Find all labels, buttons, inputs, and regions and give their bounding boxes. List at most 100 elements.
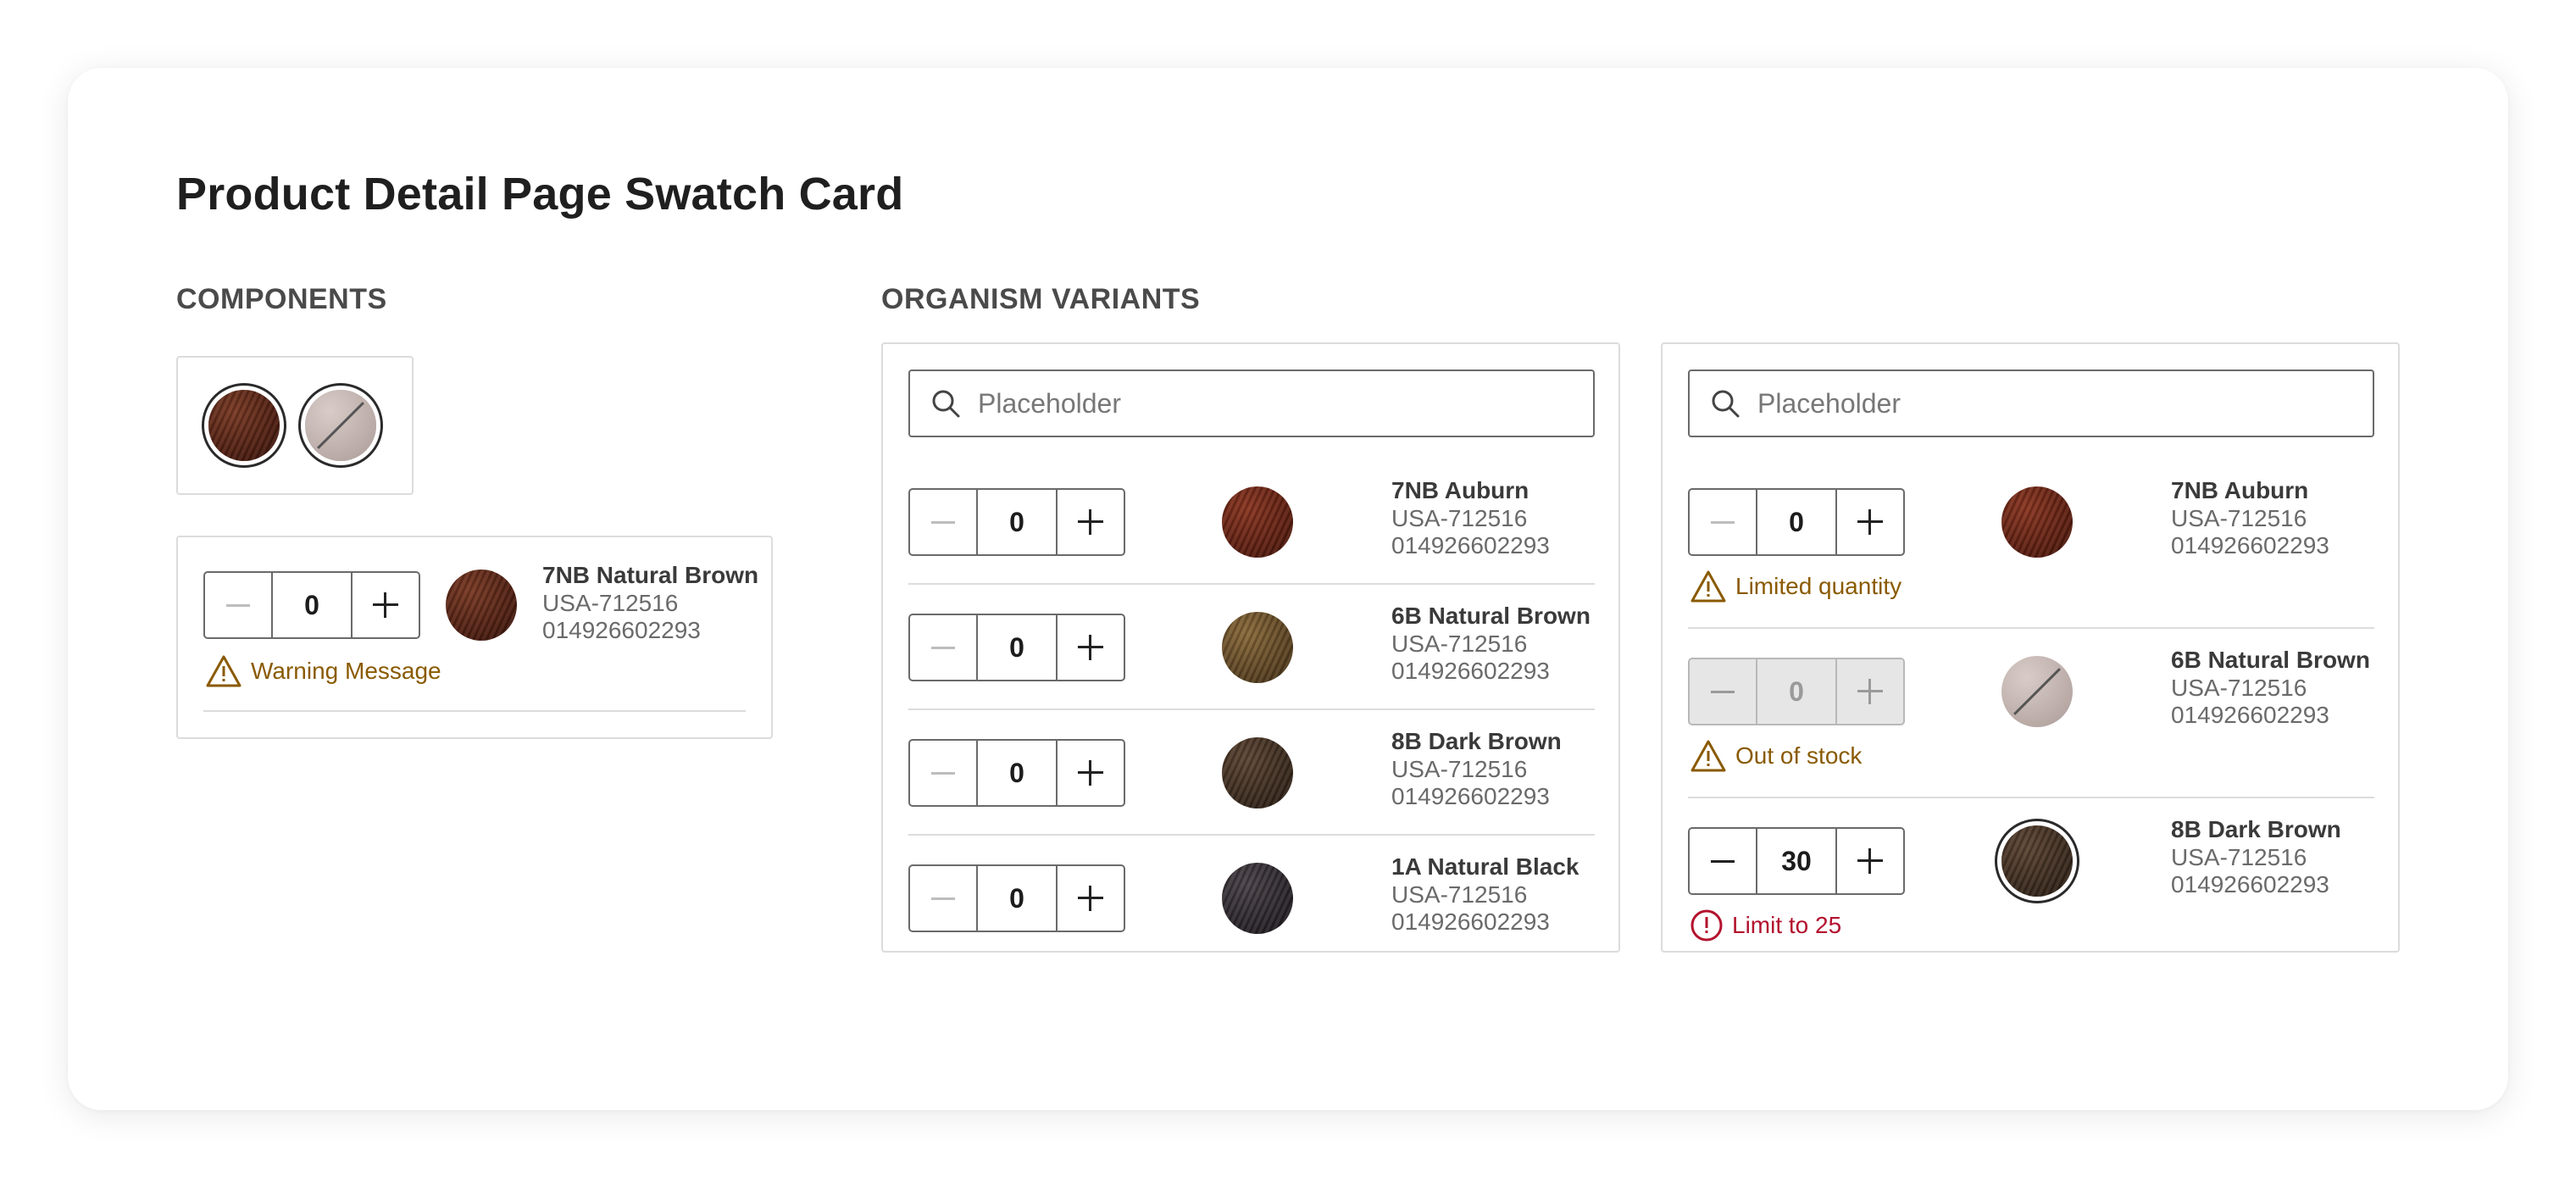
product-upc: 014926602293	[1391, 909, 1550, 935]
product-upc: 014926602293	[1391, 532, 1550, 558]
decrement-button	[1690, 659, 1756, 724]
warning-icon	[1690, 740, 1726, 772]
quantity-value[interactable]: 0	[976, 866, 1058, 931]
row-divider	[1688, 627, 2374, 629]
quantity-value[interactable]: 0	[976, 741, 1058, 805]
product-name: 7NB Auburn	[1391, 477, 1530, 503]
message-text: Out of stock	[1735, 742, 1863, 769]
product-name: 7NB Natural Brown	[542, 562, 759, 588]
increment-button[interactable]	[1058, 866, 1124, 931]
search-placeholder: Placeholder	[1757, 387, 1901, 419]
quantity-stepper[interactable]: 0	[908, 614, 1125, 681]
increment-button[interactable]	[353, 573, 419, 637]
minus-icon	[1711, 520, 1735, 524]
product-name: 8B Dark Brown	[1391, 728, 1562, 754]
message-text: Limit to 25	[1732, 912, 1842, 938]
product-sku: USA-712516	[1391, 505, 1528, 531]
swatch-selected[interactable]	[208, 390, 280, 461]
product-info: 8B Dark Brown USA-712516 014926602293	[2171, 815, 2341, 898]
warning-icon	[1690, 570, 1726, 603]
quantity-value[interactable]: 0	[1756, 490, 1837, 554]
increment-button[interactable]	[1058, 490, 1124, 554]
product-info: 6B Natural Brown USA-712516 014926602293	[2171, 646, 2370, 729]
row-divider	[908, 708, 1595, 710]
minus-icon	[931, 520, 955, 524]
product-name: 6B Natural Brown	[2171, 647, 2370, 673]
out-of-stock-message: Out of stock	[1690, 739, 1862, 773]
product-info: 7NB Auburn USA-712516 014926602293	[1391, 476, 1550, 559]
increment-button[interactable]	[1058, 615, 1124, 680]
page-title: Product Detail Page Swatch Card	[176, 169, 904, 219]
organism-panel-states: Placeholder 0 7NB Auburn USA-712516 0149…	[1661, 342, 2400, 953]
quantity-value[interactable]: 0	[976, 615, 1058, 680]
increment-button[interactable]	[1837, 829, 1903, 893]
minus-icon	[1711, 859, 1735, 863]
quantity-value[interactable]: 0	[271, 573, 353, 637]
decrement-button[interactable]	[205, 573, 271, 637]
product-sku: USA-712516	[1391, 631, 1528, 657]
search-input[interactable]: Placeholder	[908, 370, 1595, 437]
decrement-button[interactable]	[910, 490, 976, 554]
quantity-value[interactable]: 0	[976, 490, 1058, 554]
quantity-stepper[interactable]: 0	[908, 864, 1125, 932]
quantity-stepper[interactable]: 0	[908, 488, 1125, 556]
minus-icon	[931, 646, 955, 649]
product-sku: USA-712516	[542, 590, 679, 616]
organism-heading: ORGANISM VARIANTS	[881, 283, 1201, 315]
quantity-value: 0	[1756, 659, 1837, 724]
quantity-stepper[interactable]: 30	[1688, 827, 1905, 895]
quantity-stepper[interactable]: 0	[1688, 488, 1905, 556]
product-name: 8B Dark Brown	[2171, 816, 2341, 842]
plus-icon	[1857, 509, 1883, 535]
search-input[interactable]: Placeholder	[1688, 370, 2374, 437]
product-info: 7NB Natural Brown USA-712516 01492660229…	[542, 561, 758, 644]
product-upc: 014926602293	[2171, 702, 2329, 728]
component-swatch-card: 0 7NB Natural Brown USA-712516 014926602…	[176, 536, 773, 739]
decrement-button[interactable]	[910, 866, 976, 931]
color-swatch	[1222, 737, 1293, 808]
decrement-button[interactable]	[910, 615, 976, 680]
quantity-stepper[interactable]: 0	[203, 571, 420, 639]
limit-error-message: Limit to 25	[1690, 909, 1841, 942]
product-upc: 014926602293	[1391, 658, 1550, 684]
quantity-stepper-disabled: 0	[1688, 658, 1905, 725]
quantity-value[interactable]: 30	[1756, 829, 1837, 893]
swatch-out-of-stock[interactable]	[305, 390, 376, 461]
warning-icon	[206, 655, 242, 687]
color-swatch	[1222, 612, 1293, 683]
decrement-button[interactable]	[1690, 490, 1756, 554]
minus-icon	[931, 771, 955, 775]
color-swatch	[446, 570, 517, 641]
plus-icon	[1857, 848, 1883, 874]
decrement-button[interactable]	[1690, 829, 1756, 893]
product-sku: USA-712516	[1391, 756, 1528, 782]
increment-button	[1837, 659, 1903, 724]
search-icon	[1712, 390, 1740, 418]
color-swatch-unavailable	[2001, 656, 2073, 727]
product-sku: USA-712516	[2171, 675, 2307, 701]
plus-icon	[1078, 760, 1103, 786]
product-sku: USA-712516	[2171, 844, 2307, 870]
product-name: 6B Natural Brown	[1391, 603, 1591, 629]
color-swatch	[2001, 486, 2073, 558]
message-text: Limited quantity	[1735, 573, 1902, 599]
product-upc: 014926602293	[542, 617, 701, 643]
quantity-stepper[interactable]: 0	[908, 739, 1125, 807]
color-swatch	[1222, 863, 1293, 934]
product-info: 6B Natural Brown USA-712516 014926602293	[1391, 602, 1591, 685]
product-sku: USA-712516	[2171, 505, 2307, 531]
plus-icon	[1078, 509, 1103, 535]
product-name: 1A Natural Black	[1391, 853, 1579, 880]
error-icon	[1690, 909, 1723, 942]
product-info: 7NB Auburn USA-712516 014926602293	[2171, 476, 2329, 559]
product-upc: 014926602293	[2171, 871, 2329, 897]
increment-button[interactable]	[1058, 741, 1124, 805]
increment-button[interactable]	[1837, 490, 1903, 554]
decrement-button[interactable]	[910, 741, 976, 805]
product-info: 8B Dark Brown USA-712516 014926602293	[1391, 727, 1562, 810]
row-divider	[1688, 797, 2374, 798]
search-icon	[932, 390, 960, 418]
divider	[203, 710, 746, 712]
swatch-selector	[176, 356, 414, 495]
warning-text: Warning Message	[251, 658, 441, 684]
